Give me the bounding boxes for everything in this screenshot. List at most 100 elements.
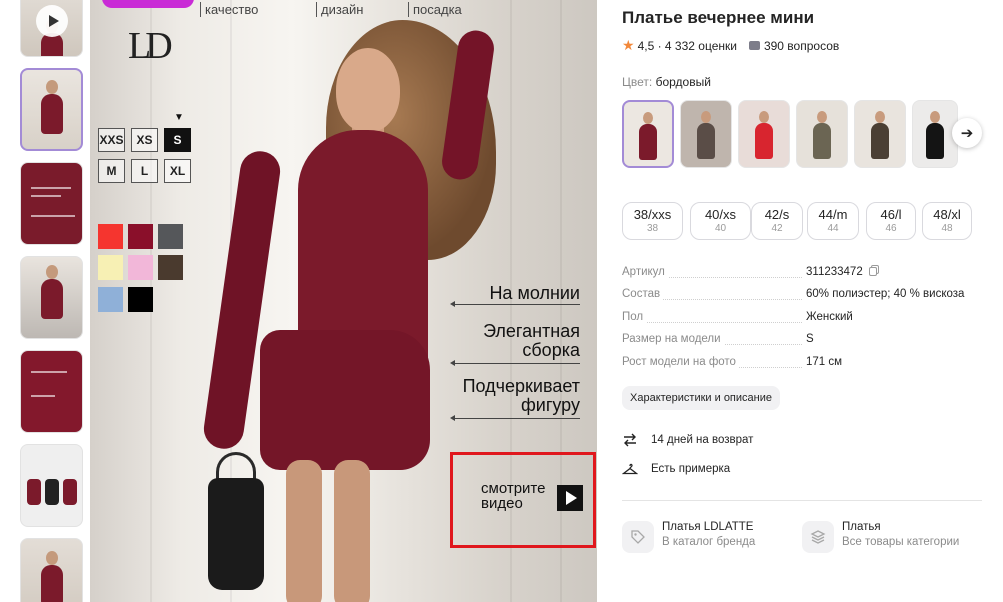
copy-icon[interactable] xyxy=(868,267,877,277)
color-variant-burgundy[interactable] xyxy=(622,100,674,168)
color-swatch-blue xyxy=(98,287,123,312)
article-number: 311233472 xyxy=(806,266,863,278)
category-link[interactable]: Платья Все товары категории xyxy=(802,521,959,553)
variants-next-button[interactable]: ➔ xyxy=(952,118,982,148)
model-dress-skirt xyxy=(260,330,430,470)
variant-figure-dress xyxy=(639,124,657,160)
size-option-46[interactable]: 46/l 46 xyxy=(866,202,916,240)
spec-key: Состав xyxy=(622,288,664,300)
size-option-38[interactable]: 38/xxs 38 xyxy=(622,202,683,240)
thumbnail-video[interactable] xyxy=(20,0,83,57)
main-product-image[interactable]: качество дизайн посадка LD ▼ XXS XS S M … xyxy=(90,0,597,602)
feature-gathering-line2: сборка xyxy=(522,340,580,360)
color-variant-red[interactable] xyxy=(738,100,790,168)
size-option-48[interactable]: 48/xl 48 xyxy=(922,202,972,240)
play-icon xyxy=(557,485,583,511)
divider xyxy=(622,500,982,501)
variant-figure-head xyxy=(875,111,885,123)
spec-value: 311233472 xyxy=(806,266,877,278)
size-label: 38/xxs xyxy=(633,207,672,222)
size-option-44[interactable]: 44/m 44 xyxy=(807,202,859,240)
size-option-42[interactable]: 42/s 42 xyxy=(751,202,803,240)
size-label: 42/s xyxy=(764,207,790,222)
spec-row-model-height: Рост модели на фото 171 см xyxy=(622,356,982,372)
variant-figure-dress xyxy=(926,123,944,159)
questions-icon xyxy=(748,41,760,50)
spec-key: Артикул xyxy=(622,266,668,278)
thumbnail-mini-dress xyxy=(45,479,59,505)
return-arrows-icon xyxy=(624,433,636,447)
variant-figure-head xyxy=(930,111,940,123)
size-label: 46/l xyxy=(880,207,902,222)
model-leg xyxy=(286,460,322,602)
feature-top-1: качество xyxy=(200,2,258,17)
thumbnail-text-line xyxy=(31,395,55,397)
spec-key: Размер на модели xyxy=(622,333,724,345)
variant-figure-dress xyxy=(871,123,889,159)
product-title: Платье вечернее мини xyxy=(622,8,815,27)
feature-gathering-line1: Элегантная xyxy=(483,321,580,341)
thumbnail-photo-4[interactable] xyxy=(20,350,83,433)
color-variant-grey-coat[interactable] xyxy=(680,100,732,168)
feature-gathering: Элегантная сборка xyxy=(483,322,580,360)
thumbnail-photo-1[interactable] xyxy=(20,68,83,151)
characteristics-button[interactable]: Характеристики и описание xyxy=(622,386,780,410)
overlay-size-s: S xyxy=(164,128,191,152)
thumbnail-figure-dress xyxy=(40,565,63,602)
thumbnail-photo-5[interactable] xyxy=(20,444,83,527)
color-variant-olive[interactable] xyxy=(796,100,848,168)
size-option-40[interactable]: 40/xs 40 xyxy=(690,202,751,240)
size-ru-label: 44 xyxy=(827,223,839,234)
star-icon: ★ xyxy=(622,37,635,53)
thumbnail-mini-dress xyxy=(63,479,77,505)
model-leg xyxy=(334,460,370,602)
thumbnail-figure-head xyxy=(45,265,58,279)
color-variant-brown[interactable] xyxy=(854,100,906,168)
hanger-icon xyxy=(622,463,638,475)
brand-logo: LD xyxy=(128,25,173,67)
size-ru-label: 38 xyxy=(646,223,659,234)
spec-value: 60% полиэстер; 40 % вискоза xyxy=(806,288,965,300)
product-info-panel: Платье вечернее мини ★ 4,5 · 4 332 оценк… xyxy=(622,0,1003,602)
thumbnail-text-line xyxy=(31,215,75,217)
overlay-size-l: L xyxy=(131,159,158,183)
brand-catalog-link[interactable]: Платья LDLATTE В каталог бренда xyxy=(622,521,755,553)
arrow-right-icon: ➔ xyxy=(960,125,974,142)
size-label: 48/xl xyxy=(933,207,961,222)
thumbnail-strip xyxy=(20,0,84,602)
fitting-text: Есть примерка xyxy=(651,463,731,475)
ratings-count-link[interactable]: 4 332 оценки xyxy=(665,39,737,53)
feature-pointer xyxy=(450,415,580,421)
selected-size-marker: ▼ xyxy=(174,112,184,123)
questions-link[interactable]: 390 вопросов xyxy=(764,39,839,53)
play-icon xyxy=(36,5,68,37)
variant-figure-head xyxy=(759,111,769,123)
thumbnail-text-line xyxy=(31,371,67,373)
spec-dots xyxy=(622,322,802,323)
spec-value: 171 см xyxy=(806,356,843,368)
returns-info: 14 дней на возврат xyxy=(622,432,753,448)
size-label: 40/xs xyxy=(704,207,737,222)
category-card-title: Платья xyxy=(842,521,881,533)
rating-row: ★ 4,5 · 4 332 оценки 390 вопросов xyxy=(622,37,839,54)
overlay-size-xl: XL xyxy=(164,159,191,183)
variant-figure-head xyxy=(643,112,653,124)
thumbnail-photo-2[interactable] xyxy=(20,162,83,245)
variant-figure-head xyxy=(817,111,827,123)
rating-separator: · xyxy=(654,38,665,53)
feature-figure-line1: Подчеркивает xyxy=(462,376,580,396)
overlay-size-xxs: XXS xyxy=(98,128,125,152)
variant-figure-dress xyxy=(813,123,831,159)
spec-key: Рост модели на фото xyxy=(622,356,739,368)
thumbnail-photo-6[interactable] xyxy=(20,538,83,602)
spec-row-composition: Состав 60% полиэстер; 40 % вискоза xyxy=(622,288,982,304)
thumbnail-photo-3[interactable] xyxy=(20,256,83,339)
watch-video-frame[interactable]: смотрите видео xyxy=(450,452,596,548)
variant-figure-dress xyxy=(697,123,715,159)
size-ru-label: 40 xyxy=(714,223,727,234)
color-swatch-yellow xyxy=(98,255,123,280)
watch-video-line2: видео xyxy=(481,495,523,512)
color-label-value: бордовый xyxy=(655,75,711,89)
thumbnail-figure-head xyxy=(45,80,58,94)
thumbnail-figure-dress xyxy=(40,279,63,319)
